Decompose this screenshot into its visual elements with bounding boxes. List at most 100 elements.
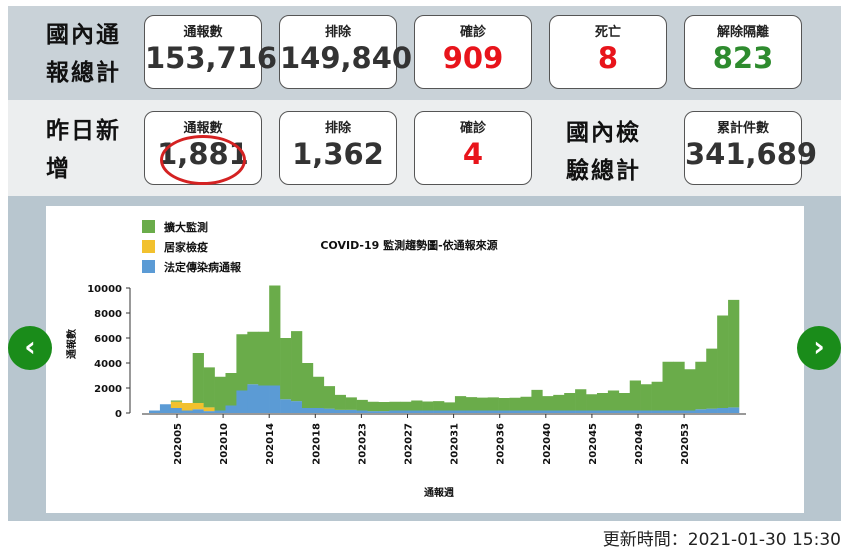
chart-title: COVID-19 監測趨勢圖-依通報來源 — [320, 238, 497, 252]
bar-segment — [575, 389, 587, 411]
bar-segment — [225, 405, 237, 413]
card-value: 909 — [442, 41, 504, 75]
card-label: 通報數 — [183, 25, 223, 40]
x-tick-label: 202031 — [450, 423, 461, 465]
bar-segment — [607, 390, 620, 411]
bar-segment — [520, 410, 532, 413]
chart-panel: 擴大監測 居家檢疫 法定傳染病通報 COVID-19 監測趨勢圖-依通報來源 0 20… — [8, 196, 841, 521]
card-label: 確診 — [459, 121, 486, 136]
bar-segment — [454, 410, 467, 413]
bar-segment — [367, 401, 379, 412]
bar-segment — [629, 410, 641, 413]
bar-segment — [247, 384, 259, 413]
bar-segment — [225, 373, 237, 406]
x-tick-label: 202010 — [219, 423, 230, 465]
card-value: 153,716 — [145, 41, 278, 75]
bar-segment — [444, 402, 456, 411]
bar-segment — [389, 401, 401, 411]
bar-segment — [706, 348, 718, 409]
bar-segment — [717, 315, 729, 408]
bar-segment — [203, 411, 215, 413]
bar-segment — [509, 397, 521, 411]
chevron-right-icon: › — [813, 330, 825, 363]
bar-segment — [181, 410, 194, 413]
bar-segment — [400, 410, 412, 413]
bar-segment — [640, 410, 652, 413]
trend-chart: 擴大監測居家檢疫法定傳染病通報 COVID-19 監測趨勢圖-依通報來源 0 20… — [65, 220, 746, 499]
bar-segment — [214, 410, 226, 413]
updated-time: 更新時間：2021-01-30 15:30 — [602, 530, 841, 550]
card-label: 排除 — [324, 25, 351, 40]
x-tick-label: 202053 — [680, 423, 691, 465]
x-tick-label: 202049 — [634, 423, 645, 465]
excluded-new-card: 排除 1,362 — [279, 111, 397, 185]
card-label: 累計件數 — [716, 121, 769, 136]
bar-segment — [422, 401, 434, 411]
legend-swatch — [142, 220, 155, 233]
bar-segment — [203, 407, 215, 412]
next-button[interactable]: › — [797, 326, 841, 370]
bar-segment — [618, 393, 631, 411]
yesterday-new-title-line2: 增 — [46, 156, 71, 182]
y-tick-label: 8000 — [94, 309, 122, 320]
chart-legend: 擴大監測居家檢疫法定傳染病通報 — [142, 220, 242, 274]
bar-segment — [301, 363, 314, 408]
bar-segment — [542, 396, 554, 411]
bar-segment — [520, 396, 532, 411]
bar-segment — [553, 410, 565, 413]
bar-segment — [170, 401, 183, 408]
bar-segment — [607, 410, 620, 413]
bar-segment — [269, 285, 281, 386]
card-value: 8 — [597, 41, 619, 75]
reported-total-card: 通報數 153,716 — [144, 15, 278, 89]
card-value: 823 — [712, 41, 774, 75]
bar-segment — [465, 397, 478, 411]
x-tick-label: 202040 — [542, 423, 553, 465]
chart-container: 擴大監測 居家檢疫 法定傳染病通報 COVID-19 監測趨勢圖-依通報來源 0 20… — [46, 206, 804, 513]
card-label: 通報數 — [183, 121, 223, 136]
bar-segment — [422, 410, 434, 413]
bar-segment — [564, 410, 576, 413]
bar-segment — [542, 410, 554, 413]
test-total-title-line2: 驗總計 — [566, 158, 641, 184]
x-axis: 202005 202010 202014 202018 202023 202027 2020… — [142, 413, 746, 465]
bar-segment — [629, 380, 641, 411]
x-tick-label: 202014 — [265, 423, 276, 465]
bar-segment — [192, 353, 204, 403]
deaths-total-card: 死亡 8 — [549, 15, 667, 89]
bar-segment — [345, 397, 357, 410]
bar-segment — [673, 410, 685, 413]
prev-button[interactable]: ‹ — [8, 326, 52, 370]
bar-segment — [159, 404, 172, 413]
bar-segment — [334, 394, 346, 410]
bar-segment — [356, 399, 368, 411]
x-tick-label: 202023 — [357, 423, 368, 465]
bar-segment — [651, 410, 663, 413]
x-tick-label: 202036 — [496, 423, 507, 465]
bar-segment — [498, 398, 510, 411]
confirmed-total-card: 確診 909 — [414, 15, 532, 89]
domestic-total-panel: 國內通 報總計 通報數 153,716 排除 149,840 確診 909 死亡… — [8, 6, 841, 100]
bar-segment — [356, 410, 368, 413]
bar-segment — [586, 394, 598, 411]
bar-segment — [487, 397, 499, 411]
card-value: 4 — [462, 137, 484, 171]
bar-segment — [291, 331, 303, 402]
x-tick-label: 202027 — [404, 423, 415, 465]
card-label: 排除 — [324, 121, 351, 136]
bar-segment — [214, 376, 226, 411]
bar-segment — [236, 334, 248, 391]
x-tick-label: 202005 — [173, 423, 184, 465]
bar-segment — [596, 393, 609, 411]
bar-segment — [564, 393, 576, 411]
bar-segment — [334, 409, 346, 413]
legend-swatch — [142, 240, 155, 253]
bar-segment — [323, 386, 336, 409]
bar-segment — [247, 331, 259, 385]
bar-segment — [280, 399, 292, 413]
bar-segment — [476, 397, 489, 411]
bar-segment — [170, 400, 183, 402]
bar-segment — [203, 367, 215, 408]
test-total-title: 國內檢 驗總計 — [566, 114, 641, 190]
bar-segment — [487, 410, 499, 413]
